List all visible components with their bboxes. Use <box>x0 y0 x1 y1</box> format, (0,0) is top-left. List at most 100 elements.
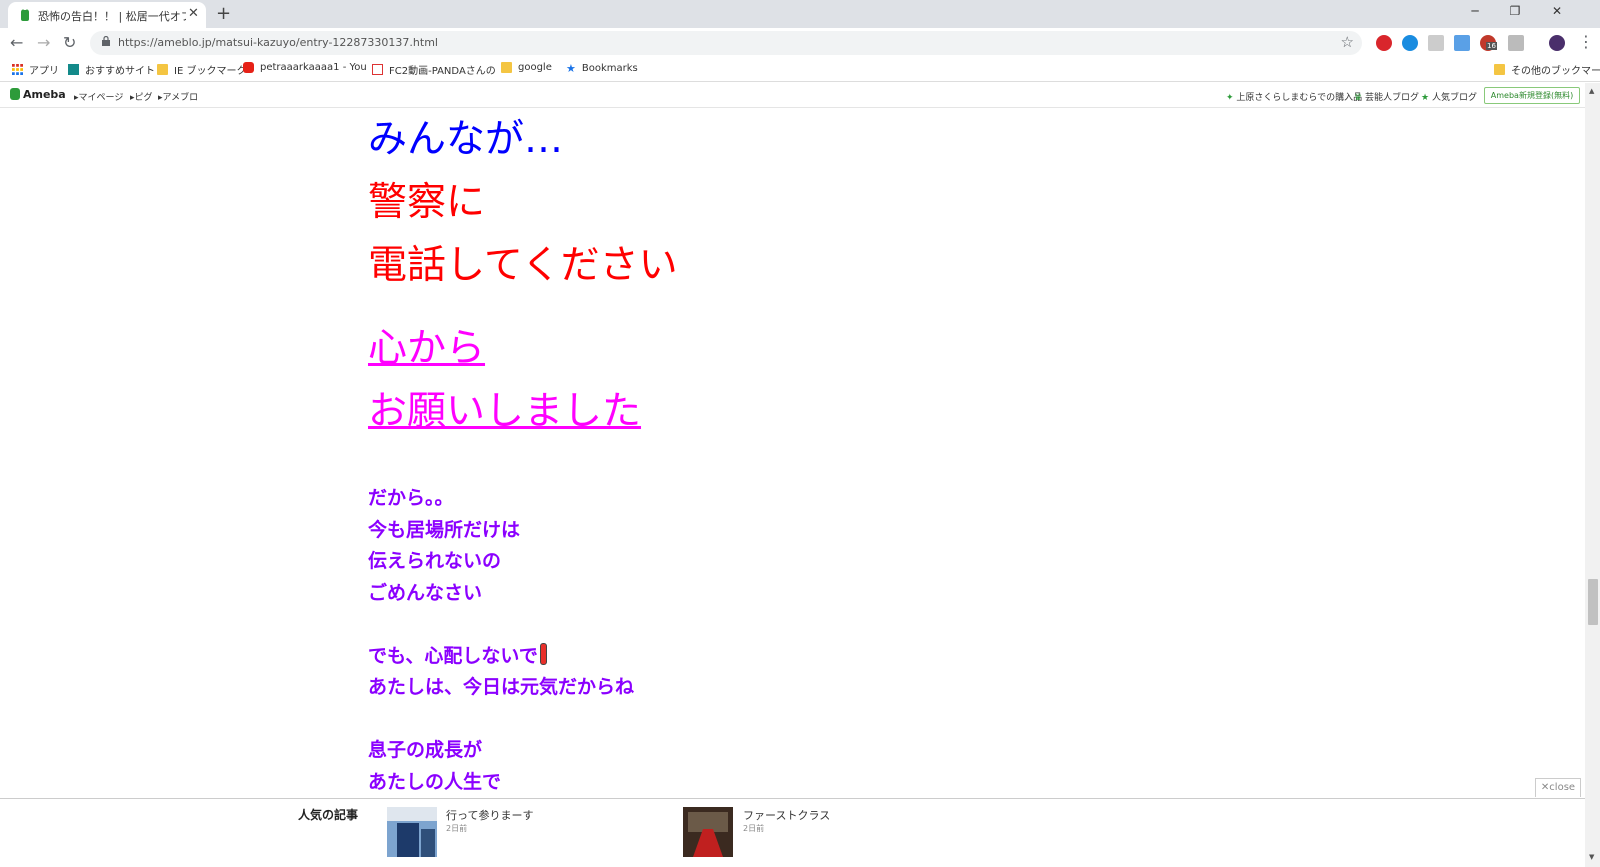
ameba-link-label: マイページ <box>78 93 124 103</box>
extension-badge-icon[interactable]: 16 <box>1480 35 1497 51</box>
post-text: 今も居場所だけは <box>368 518 521 541</box>
celebrity-blog-label: 芸能人ブログ <box>1364 93 1419 103</box>
bookmark-star-icon[interactable]: ☆ <box>1341 33 1354 51</box>
extension-page-icon[interactable] <box>1428 35 1444 51</box>
ameba-logo[interactable]: Ameba <box>10 88 66 101</box>
extension-globe-icon[interactable] <box>1402 35 1418 51</box>
ameba-link-label: アメブロ <box>162 93 199 103</box>
back-icon[interactable]: ← <box>10 33 23 52</box>
folder-icon <box>501 62 512 73</box>
page-scrollbar[interactable]: ▲ ▼ <box>1585 83 1600 867</box>
article-title[interactable]: ファーストクラス <box>743 807 830 823</box>
trending-link[interactable]: ✦ 上原さくらしまむらでの購入品 <box>1226 90 1362 103</box>
address-bar[interactable]: https://ameblo.jp/matsui-kazuyo/entry-12… <box>90 31 1362 55</box>
article-thumbnail[interactable] <box>387 807 437 857</box>
article-thumbnail[interactable] <box>683 807 733 857</box>
ameba-frog-icon <box>10 88 20 100</box>
post-text: 息子の成長が <box>368 739 483 761</box>
post-link-line[interactable]: お願いしました <box>368 389 641 434</box>
post-text: あたしは、今日は元気だからね <box>368 676 635 698</box>
bookmark-label: アプリ <box>29 66 59 77</box>
trend-icon: ✦ <box>1226 93 1234 103</box>
extension-pdf-icon[interactable] <box>1508 35 1524 51</box>
bookmark-label: Bookmarks <box>581 63 638 74</box>
reload-icon[interactable]: ↻ <box>63 33 76 52</box>
forward-icon[interactable]: → <box>37 33 50 52</box>
bookmark-fc2[interactable]: FC2動画-PANDAさんの <box>372 62 496 77</box>
ameba-link-mypage[interactable]: ▸マイページ <box>74 90 123 103</box>
post-line: 電話してください <box>368 243 678 288</box>
post-text: あたしの人生で <box>368 770 502 793</box>
ameba-link-pigg[interactable]: ▸ピグ <box>130 90 153 103</box>
fc2-icon <box>372 64 383 75</box>
article-date: 2日前 <box>446 824 468 833</box>
signup-button[interactable]: Ameba新規登録(無料) <box>1484 87 1580 104</box>
extension-translate-icon[interactable] <box>1454 35 1470 51</box>
tab-title: 恐怖の告白！！ | 松居一代オフィシャ <box>38 10 186 23</box>
restore-button[interactable]: ❐ <box>1500 4 1530 18</box>
crown-icon: ♛ <box>1354 93 1363 103</box>
extension-badge-count: 16 <box>1486 42 1497 50</box>
browser-toolbar: ← → ↻ https://ameblo.jp/matsui-kazuyo/en… <box>0 28 1600 57</box>
ameba-header: Ameba ▸マイページ ▸ピグ ▸アメブロ ✦ 上原さくらしまむらでの購入品 … <box>0 83 1585 108</box>
bookmark-apps[interactable]: アプリ <box>12 62 59 77</box>
blog-content: みんなが… 警察に 電話してください 心から お願いしました だから。。 今も居… <box>368 108 1068 798</box>
post-text: ごめんなさい <box>368 581 483 604</box>
folder-icon <box>1494 64 1505 75</box>
popular-blog-label: 人気ブログ <box>1431 93 1477 103</box>
bookmark-label: google <box>518 62 552 73</box>
post-link-line[interactable]: 心から <box>368 326 485 371</box>
bookmarks-bar: アプリ おすすめサイト IE ブックマーク petraaarkaaaa1 - Y… <box>0 57 1600 82</box>
browser-tab[interactable]: 恐怖の告白！！ | 松居一代オフィシャ ✕ <box>8 2 206 28</box>
lock-icon <box>102 36 110 46</box>
ameba-link-ameblo[interactable]: ▸アメブロ <box>158 90 198 103</box>
popular-close-button[interactable]: ✕close <box>1535 778 1581 797</box>
scroll-thumb[interactable] <box>1588 579 1598 625</box>
bookmark-bookmarks[interactable]: ★ Bookmarks <box>566 62 638 75</box>
star-icon: ★ <box>566 62 576 75</box>
trend-micro-icon[interactable] <box>1376 35 1392 51</box>
exclamation-icon <box>539 642 547 665</box>
bing-icon <box>68 64 79 75</box>
post-text: だから。。 <box>368 487 454 509</box>
popular-title: 人気の記事 <box>298 808 359 822</box>
bookmark-label: petraaarkaaaa1 - You <box>260 62 367 73</box>
apps-grid-icon <box>12 64 23 75</box>
ameba-link-label: ピグ <box>134 93 153 103</box>
window-close-button[interactable]: ✕ <box>1542 4 1572 18</box>
bookmark-ie[interactable]: IE ブックマーク <box>157 62 246 77</box>
post-text: でも、心配しないで <box>368 641 1068 673</box>
popular-blog-link[interactable]: ★ 人気ブログ <box>1421 90 1477 103</box>
popular-articles-panel: 人気の記事 行って参りまーす 2日前 ファーストクラス 2日前 <box>0 798 1585 867</box>
youtube-icon <box>243 62 254 73</box>
scroll-up-icon[interactable]: ▲ <box>1589 87 1594 95</box>
folder-icon <box>157 64 168 75</box>
tab-close-icon[interactable]: ✕ <box>188 6 199 21</box>
celebrity-blog-link[interactable]: ♛ 芸能人ブログ <box>1354 90 1419 103</box>
profile-avatar-icon[interactable] <box>1549 35 1565 51</box>
post-line: 警察に <box>368 180 486 225</box>
bookmark-recommended[interactable]: おすすめサイト <box>68 62 155 77</box>
trending-label: 上原さくらしまむらでの購入品 <box>1236 93 1363 103</box>
scroll-down-icon[interactable]: ▼ <box>1589 853 1594 861</box>
star-icon: ★ <box>1421 93 1430 103</box>
minimize-button[interactable]: ─ <box>1460 4 1490 18</box>
ameba-favicon-icon <box>21 9 29 21</box>
bookmark-label: FC2動画-PANDAさんの <box>389 66 496 77</box>
article-date: 2日前 <box>743 824 765 833</box>
other-bookmarks-label: その他のブックマーク <box>1511 66 1600 77</box>
post-line: みんなが… <box>368 117 564 162</box>
bookmark-label: おすすめサイト <box>85 66 155 77</box>
url-text: https://ameblo.jp/matsui-kazuyo/entry-12… <box>118 36 438 49</box>
post-text-fragment: でも、心配しないで <box>368 644 538 667</box>
bookmark-label: IE ブックマーク <box>174 66 247 77</box>
menu-kebab-icon[interactable]: ⋮ <box>1578 32 1594 51</box>
tab-strip: 恐怖の告白！！ | 松居一代オフィシャ ✕ + ─ ❐ ✕ <box>0 0 1600 28</box>
ameba-logo-text: Ameba <box>23 88 66 101</box>
other-bookmarks[interactable]: その他のブックマーク <box>1494 62 1600 77</box>
article-title[interactable]: 行って参りまーす <box>446 807 533 823</box>
post-text: 伝えられないの <box>368 550 502 572</box>
bookmark-google[interactable]: google <box>501 62 552 73</box>
new-tab-button[interactable]: + <box>216 3 231 24</box>
bookmark-youtube[interactable]: petraaarkaaaa1 - You <box>243 62 367 73</box>
